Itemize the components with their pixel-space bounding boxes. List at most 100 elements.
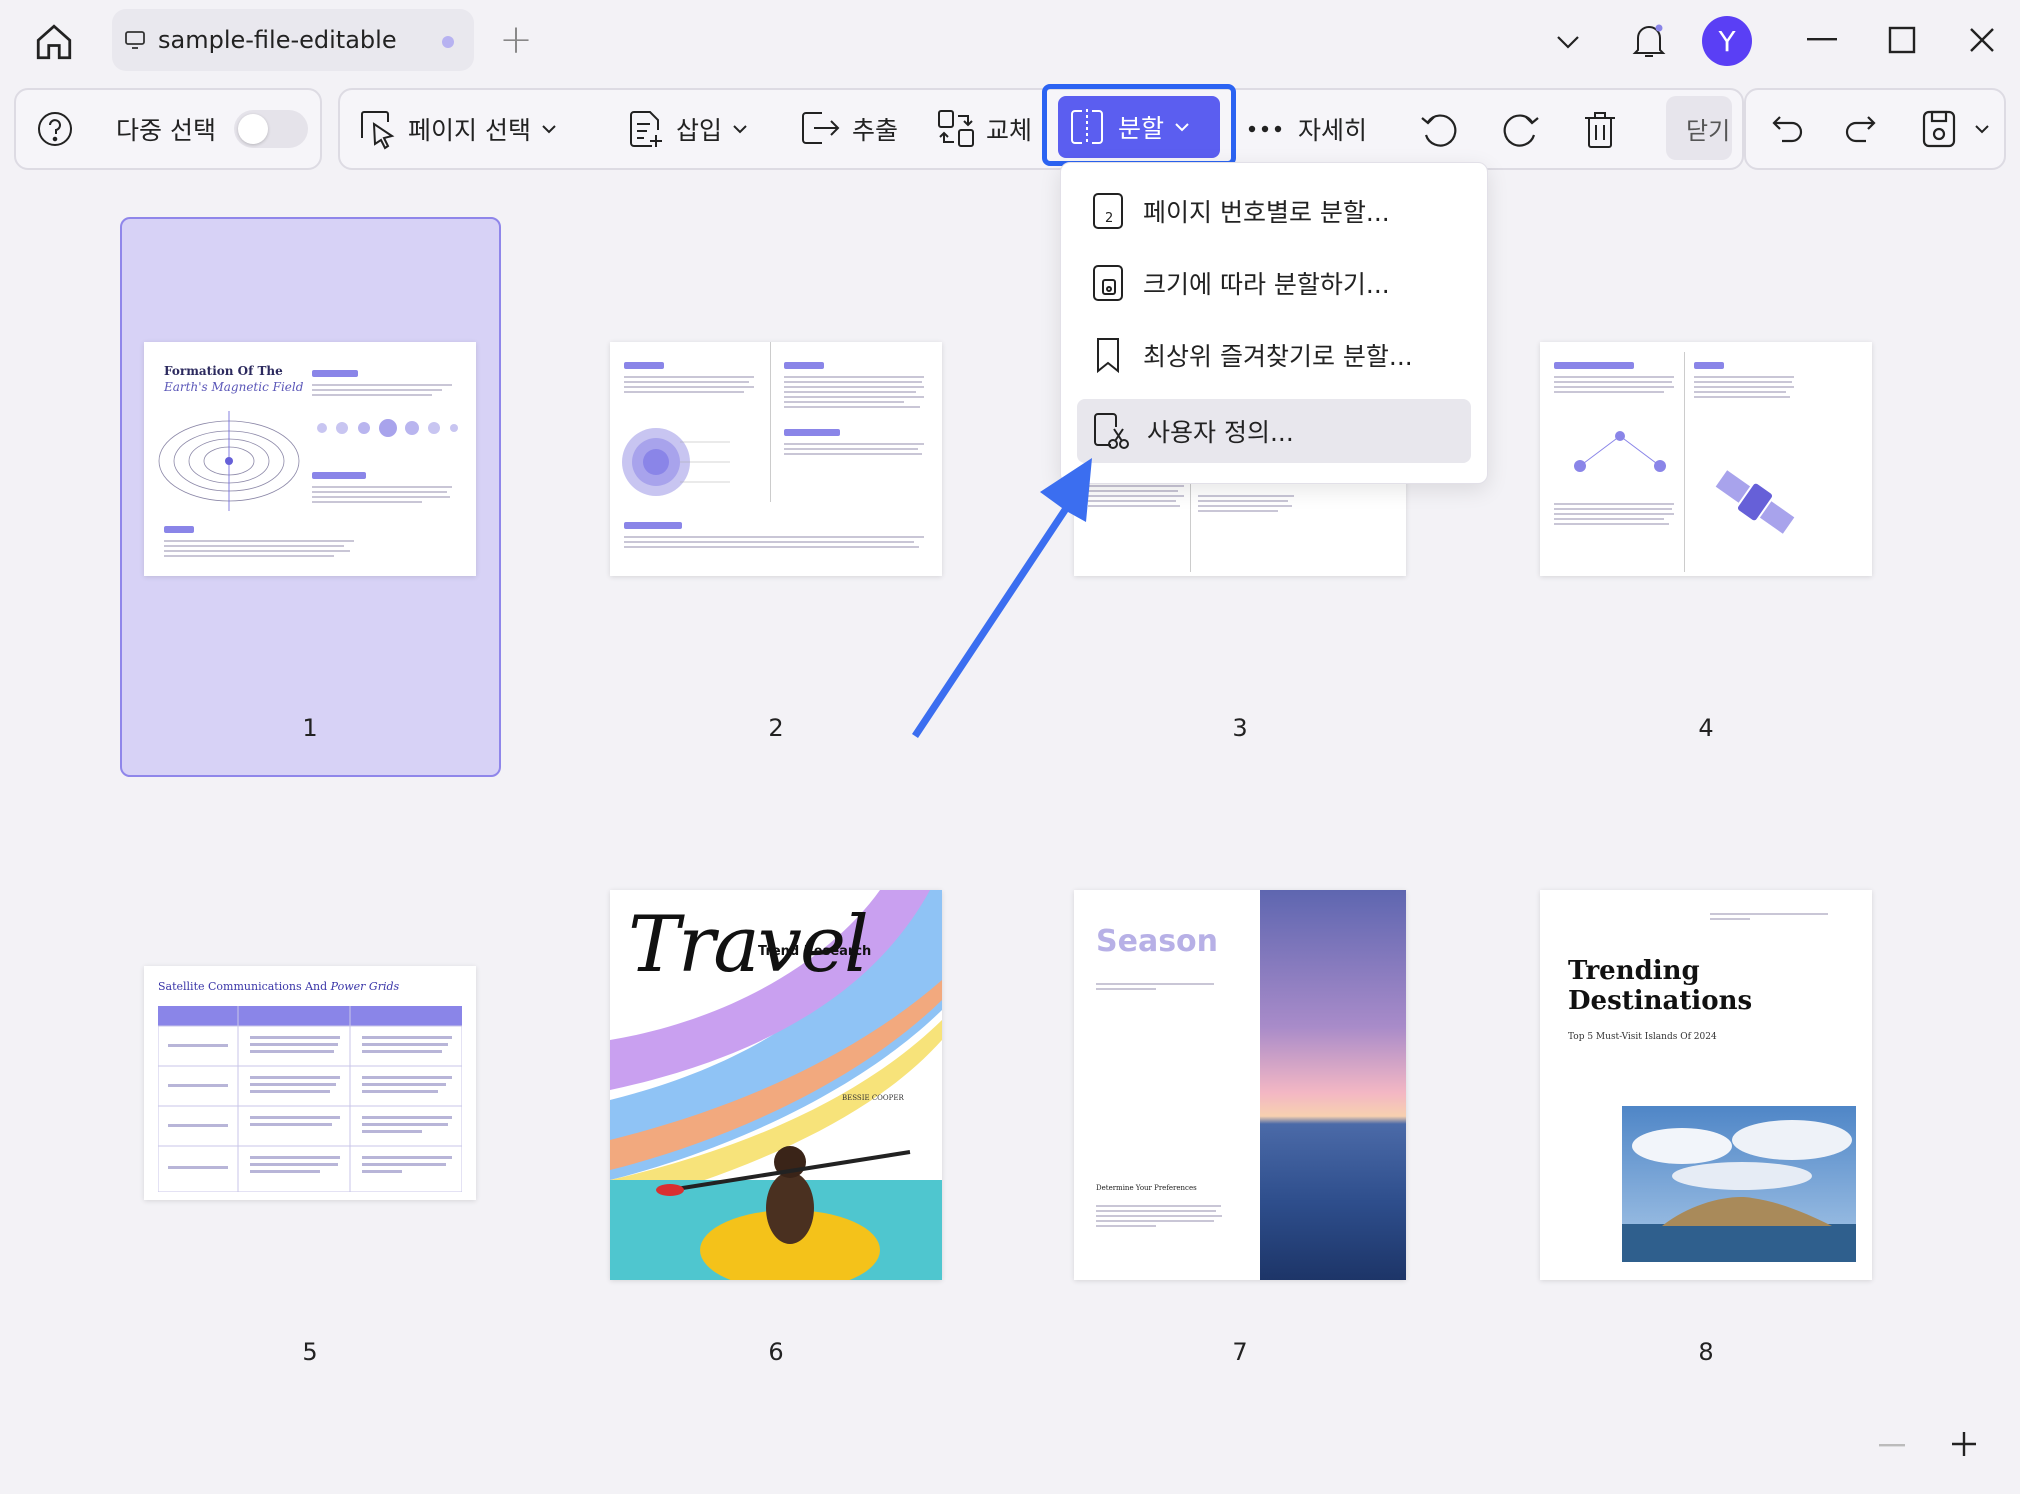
title-bar: sample-file-editable + Y bbox=[0, 0, 2020, 82]
svg-text:2: 2 bbox=[1105, 211, 1113, 226]
new-tab-button[interactable]: + bbox=[494, 17, 538, 63]
page-number-8: 8 bbox=[1698, 1338, 1714, 1366]
extract-icon bbox=[802, 112, 840, 144]
text-column bbox=[164, 518, 464, 560]
replace-icon bbox=[938, 110, 974, 147]
close-icon[interactable] bbox=[1960, 18, 2004, 62]
page-thumbnail-5[interactable]: Satellite Communications And Power Grids bbox=[144, 966, 476, 1200]
maximize-icon[interactable] bbox=[1880, 18, 1924, 62]
page-thumbnail-1[interactable]: Formation Of The Earth's Magnetic Field bbox=[144, 342, 476, 576]
page-number-3: 3 bbox=[1232, 714, 1248, 742]
text-column bbox=[1554, 354, 1684, 396]
tab-title: sample-file-editable bbox=[158, 26, 397, 54]
chevron-down-icon[interactable] bbox=[1546, 20, 1590, 64]
bell-icon[interactable] bbox=[1624, 16, 1674, 66]
page-number-2: 2 bbox=[768, 714, 784, 742]
more-button[interactable]: 자세히 bbox=[1248, 90, 1367, 168]
earth-layers-diagram bbox=[622, 428, 730, 496]
save-icon[interactable] bbox=[1920, 90, 1990, 168]
history-toolbar bbox=[1744, 88, 2006, 170]
avatar[interactable]: Y bbox=[1702, 16, 1752, 66]
bookmark-icon bbox=[1097, 338, 1119, 374]
text-column bbox=[624, 514, 924, 551]
menu-item-label: 페이지 번호별로 분할... bbox=[1143, 198, 1390, 227]
page-subtitle: Earth's Magnetic Field bbox=[164, 380, 304, 394]
page-number-5: 5 bbox=[302, 1338, 318, 1366]
extract-button[interactable]: 추출 bbox=[798, 90, 898, 168]
sunset-photo bbox=[1260, 890, 1406, 1280]
text-column bbox=[1096, 980, 1216, 993]
title-line-2: Destinations bbox=[1568, 986, 1753, 1016]
trash-icon[interactable] bbox=[1582, 90, 1618, 168]
cover-author: BESSIE COOPER bbox=[842, 1094, 904, 1102]
cursor-select-icon bbox=[361, 111, 395, 150]
menu-item-label: 크기에 따라 분할하기... bbox=[1143, 270, 1390, 299]
page-thumbnail-8[interactable]: Trending Destinations Top 5 Must-Visit I… bbox=[1540, 890, 1872, 1280]
page-thumbnail-4[interactable] bbox=[1540, 342, 1872, 576]
multi-select-toggle[interactable]: 다중 선택 bbox=[116, 90, 308, 168]
zoom-out-button[interactable] bbox=[1874, 1428, 1910, 1464]
menu-item-split-by-bookmark[interactable]: 최상위 즐겨찾기로 분할... bbox=[1077, 323, 1471, 387]
page-select-label: 페이지 선택 bbox=[408, 116, 531, 145]
page-thumbnail-2[interactable] bbox=[610, 342, 942, 576]
page-select-button[interactable]: 페이지 선택 bbox=[358, 90, 557, 168]
text-column bbox=[1088, 482, 1188, 510]
home-icon[interactable] bbox=[30, 18, 78, 66]
text-column bbox=[1198, 492, 1298, 515]
page-toolbar: 페이지 선택 삽입 추출 교체 자세히 bbox=[338, 88, 1744, 170]
page-title: Formation Of The bbox=[164, 364, 283, 378]
close-button[interactable]: 닫기 bbox=[1666, 96, 1732, 160]
scissors-icon bbox=[1094, 413, 1129, 449]
menu-item-label: 최상위 즐겨찾기로 분할... bbox=[1143, 342, 1413, 371]
cover-subtitle: Trend Research bbox=[758, 944, 872, 959]
page-title: Season bbox=[1096, 924, 1219, 959]
split-dropdown-menu: 2 페이지 번호별로 분할... 크기에 따라 분할하기... 최상위 즐겨찾기… bbox=[1060, 162, 1488, 484]
zoom-in-button[interactable] bbox=[1944, 1424, 1984, 1464]
satellite-illustration bbox=[1715, 470, 1795, 534]
text-column bbox=[1096, 1202, 1226, 1230]
multi-select-label: 다중 선택 bbox=[116, 116, 216, 145]
monitor-icon bbox=[125, 31, 145, 49]
toggle-switch[interactable] bbox=[233, 110, 308, 148]
page-thumbnail-6[interactable]: Travel Trend Research BESSIE COOPER bbox=[610, 890, 942, 1280]
undo-icon[interactable] bbox=[1770, 90, 1806, 168]
magnetic-field-illustration bbox=[158, 411, 300, 511]
rotate-right-icon[interactable] bbox=[1500, 90, 1542, 168]
title-line-1: Trending bbox=[1568, 956, 1700, 986]
replace-button[interactable]: 교체 bbox=[936, 90, 1032, 168]
page-number-1: 1 bbox=[302, 714, 318, 742]
page-title: Satellite Communications And Power Grids bbox=[158, 980, 399, 993]
extract-label: 추출 bbox=[852, 116, 899, 145]
document-tab[interactable]: sample-file-editable bbox=[112, 9, 474, 71]
text-column bbox=[624, 354, 764, 396]
insert-button[interactable]: 삽입 bbox=[626, 90, 748, 168]
file-size-icon bbox=[1093, 265, 1123, 301]
text-column bbox=[1554, 500, 1684, 528]
page-thumbnail-7[interactable]: Season Determine Your Preferences bbox=[1074, 890, 1406, 1280]
insert-page-icon bbox=[630, 111, 662, 147]
rotate-left-icon[interactable] bbox=[1418, 90, 1460, 168]
help-icon[interactable] bbox=[36, 90, 74, 168]
page-number-7: 7 bbox=[1232, 1338, 1248, 1366]
page-number-6: 6 bbox=[768, 1338, 784, 1366]
text-column bbox=[312, 362, 462, 399]
split-button[interactable]: 분할 bbox=[1058, 96, 1220, 158]
chevron-down-icon bbox=[733, 125, 747, 134]
menu-item-custom[interactable]: 사용자 정의... bbox=[1077, 399, 1471, 463]
menu-item-split-by-page-number[interactable]: 2 페이지 번호별로 분할... bbox=[1077, 179, 1471, 243]
text-column bbox=[312, 464, 462, 506]
menu-item-split-by-size[interactable]: 크기에 따라 분할하기... bbox=[1077, 251, 1471, 315]
redo-icon[interactable] bbox=[1842, 90, 1878, 168]
page-number-4: 4 bbox=[1698, 714, 1714, 742]
section-heading: Determine Your Preferences bbox=[1096, 1184, 1197, 1192]
replace-label: 교체 bbox=[986, 116, 1033, 145]
island-photo bbox=[1622, 1106, 1856, 1262]
more-dots-icon bbox=[1248, 125, 1282, 133]
text-column bbox=[784, 354, 930, 458]
minimize-icon[interactable] bbox=[1800, 18, 1844, 62]
insert-label: 삽입 bbox=[676, 116, 723, 145]
more-label: 자세히 bbox=[1298, 116, 1368, 145]
text-column bbox=[1694, 354, 1824, 401]
chevron-down-icon[interactable] bbox=[1974, 124, 1990, 134]
satellite-network-diagram bbox=[1574, 431, 1666, 472]
